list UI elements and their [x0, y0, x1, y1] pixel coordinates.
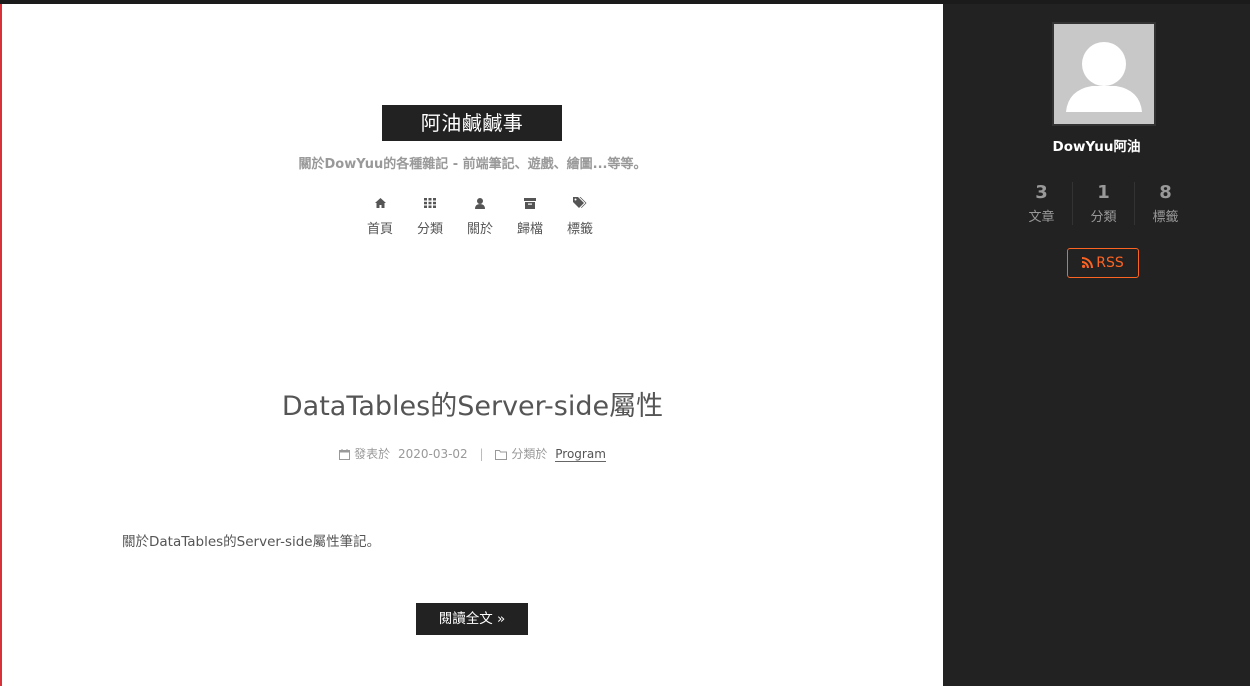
nav-label: 歸檔: [516, 222, 543, 237]
rss-button[interactable]: RSS: [1067, 248, 1139, 278]
calendar-icon: [339, 447, 354, 461]
nav-item-about[interactable]: 關於: [455, 194, 505, 237]
nav-label: 標籤: [566, 222, 593, 237]
post-date: 2020-03-02: [397, 447, 468, 461]
home-icon: [355, 194, 405, 212]
stat-posts[interactable]: 3 文章: [1011, 182, 1072, 225]
stat-count: 3: [1035, 182, 1048, 203]
posted-label: 發表於: [354, 447, 391, 461]
read-more-button[interactable]: 閱讀全文 »: [416, 603, 528, 635]
archive-icon: [505, 194, 555, 212]
nav-label: 分類: [416, 222, 443, 237]
nav-item-home[interactable]: 首頁: [355, 194, 405, 237]
user-silhouette-icon: [1054, 24, 1154, 124]
sidebar: DowYuu阿油 3 文章 1 分類 8 標籤 RSS: [943, 4, 1250, 686]
post-excerpt: 關於DataTables的Server-side屬性筆記。: [122, 534, 381, 550]
post-title[interactable]: DataTables的Server-side屬性: [2, 384, 943, 423]
stat-label: 標籤: [1152, 210, 1179, 225]
meta-divider: |: [479, 447, 484, 461]
folder-icon: [495, 447, 511, 461]
site-title[interactable]: 阿油鹹鹹事: [382, 105, 562, 141]
stat-label: 文章: [1028, 210, 1055, 225]
category-label: 分類於: [511, 447, 548, 461]
site-stats: 3 文章 1 分類 8 標籤: [1011, 182, 1196, 225]
user-icon: [455, 194, 505, 212]
post-meta: 發表於 2020-03-02 | 分類於 Program: [2, 445, 943, 462]
nav-item-archives[interactable]: 歸檔: [505, 194, 555, 237]
stat-categories[interactable]: 1 分類: [1072, 182, 1134, 225]
avatar: [1052, 22, 1156, 126]
stat-label: 分類: [1090, 210, 1117, 225]
stat-count: 8: [1159, 182, 1172, 203]
stat-count: 1: [1097, 182, 1110, 203]
site-subtitle: 關於DowYuu的各種雜記 - 前端筆記、遊戲、繪圖...等等。: [298, 157, 647, 172]
rss-icon: [1082, 255, 1096, 271]
author-name: DowYuu阿油: [1052, 139, 1141, 155]
rss-label: RSS: [1096, 255, 1124, 271]
main-nav: 首頁 分類 關於 歸檔 標籤: [355, 194, 605, 237]
nav-label: 首頁: [366, 222, 393, 237]
nav-item-tags[interactable]: 標籤: [555, 194, 605, 237]
category-link[interactable]: Program: [555, 447, 606, 462]
th-icon: [405, 194, 455, 212]
stat-tags[interactable]: 8 標籤: [1134, 182, 1196, 225]
main-content: 阿油鹹鹹事 關於DowYuu的各種雜記 - 前端筆記、遊戲、繪圖...等等。 首…: [2, 4, 943, 686]
tags-icon: [555, 194, 605, 212]
nav-item-categories[interactable]: 分類: [405, 194, 455, 237]
nav-label: 關於: [466, 222, 493, 237]
